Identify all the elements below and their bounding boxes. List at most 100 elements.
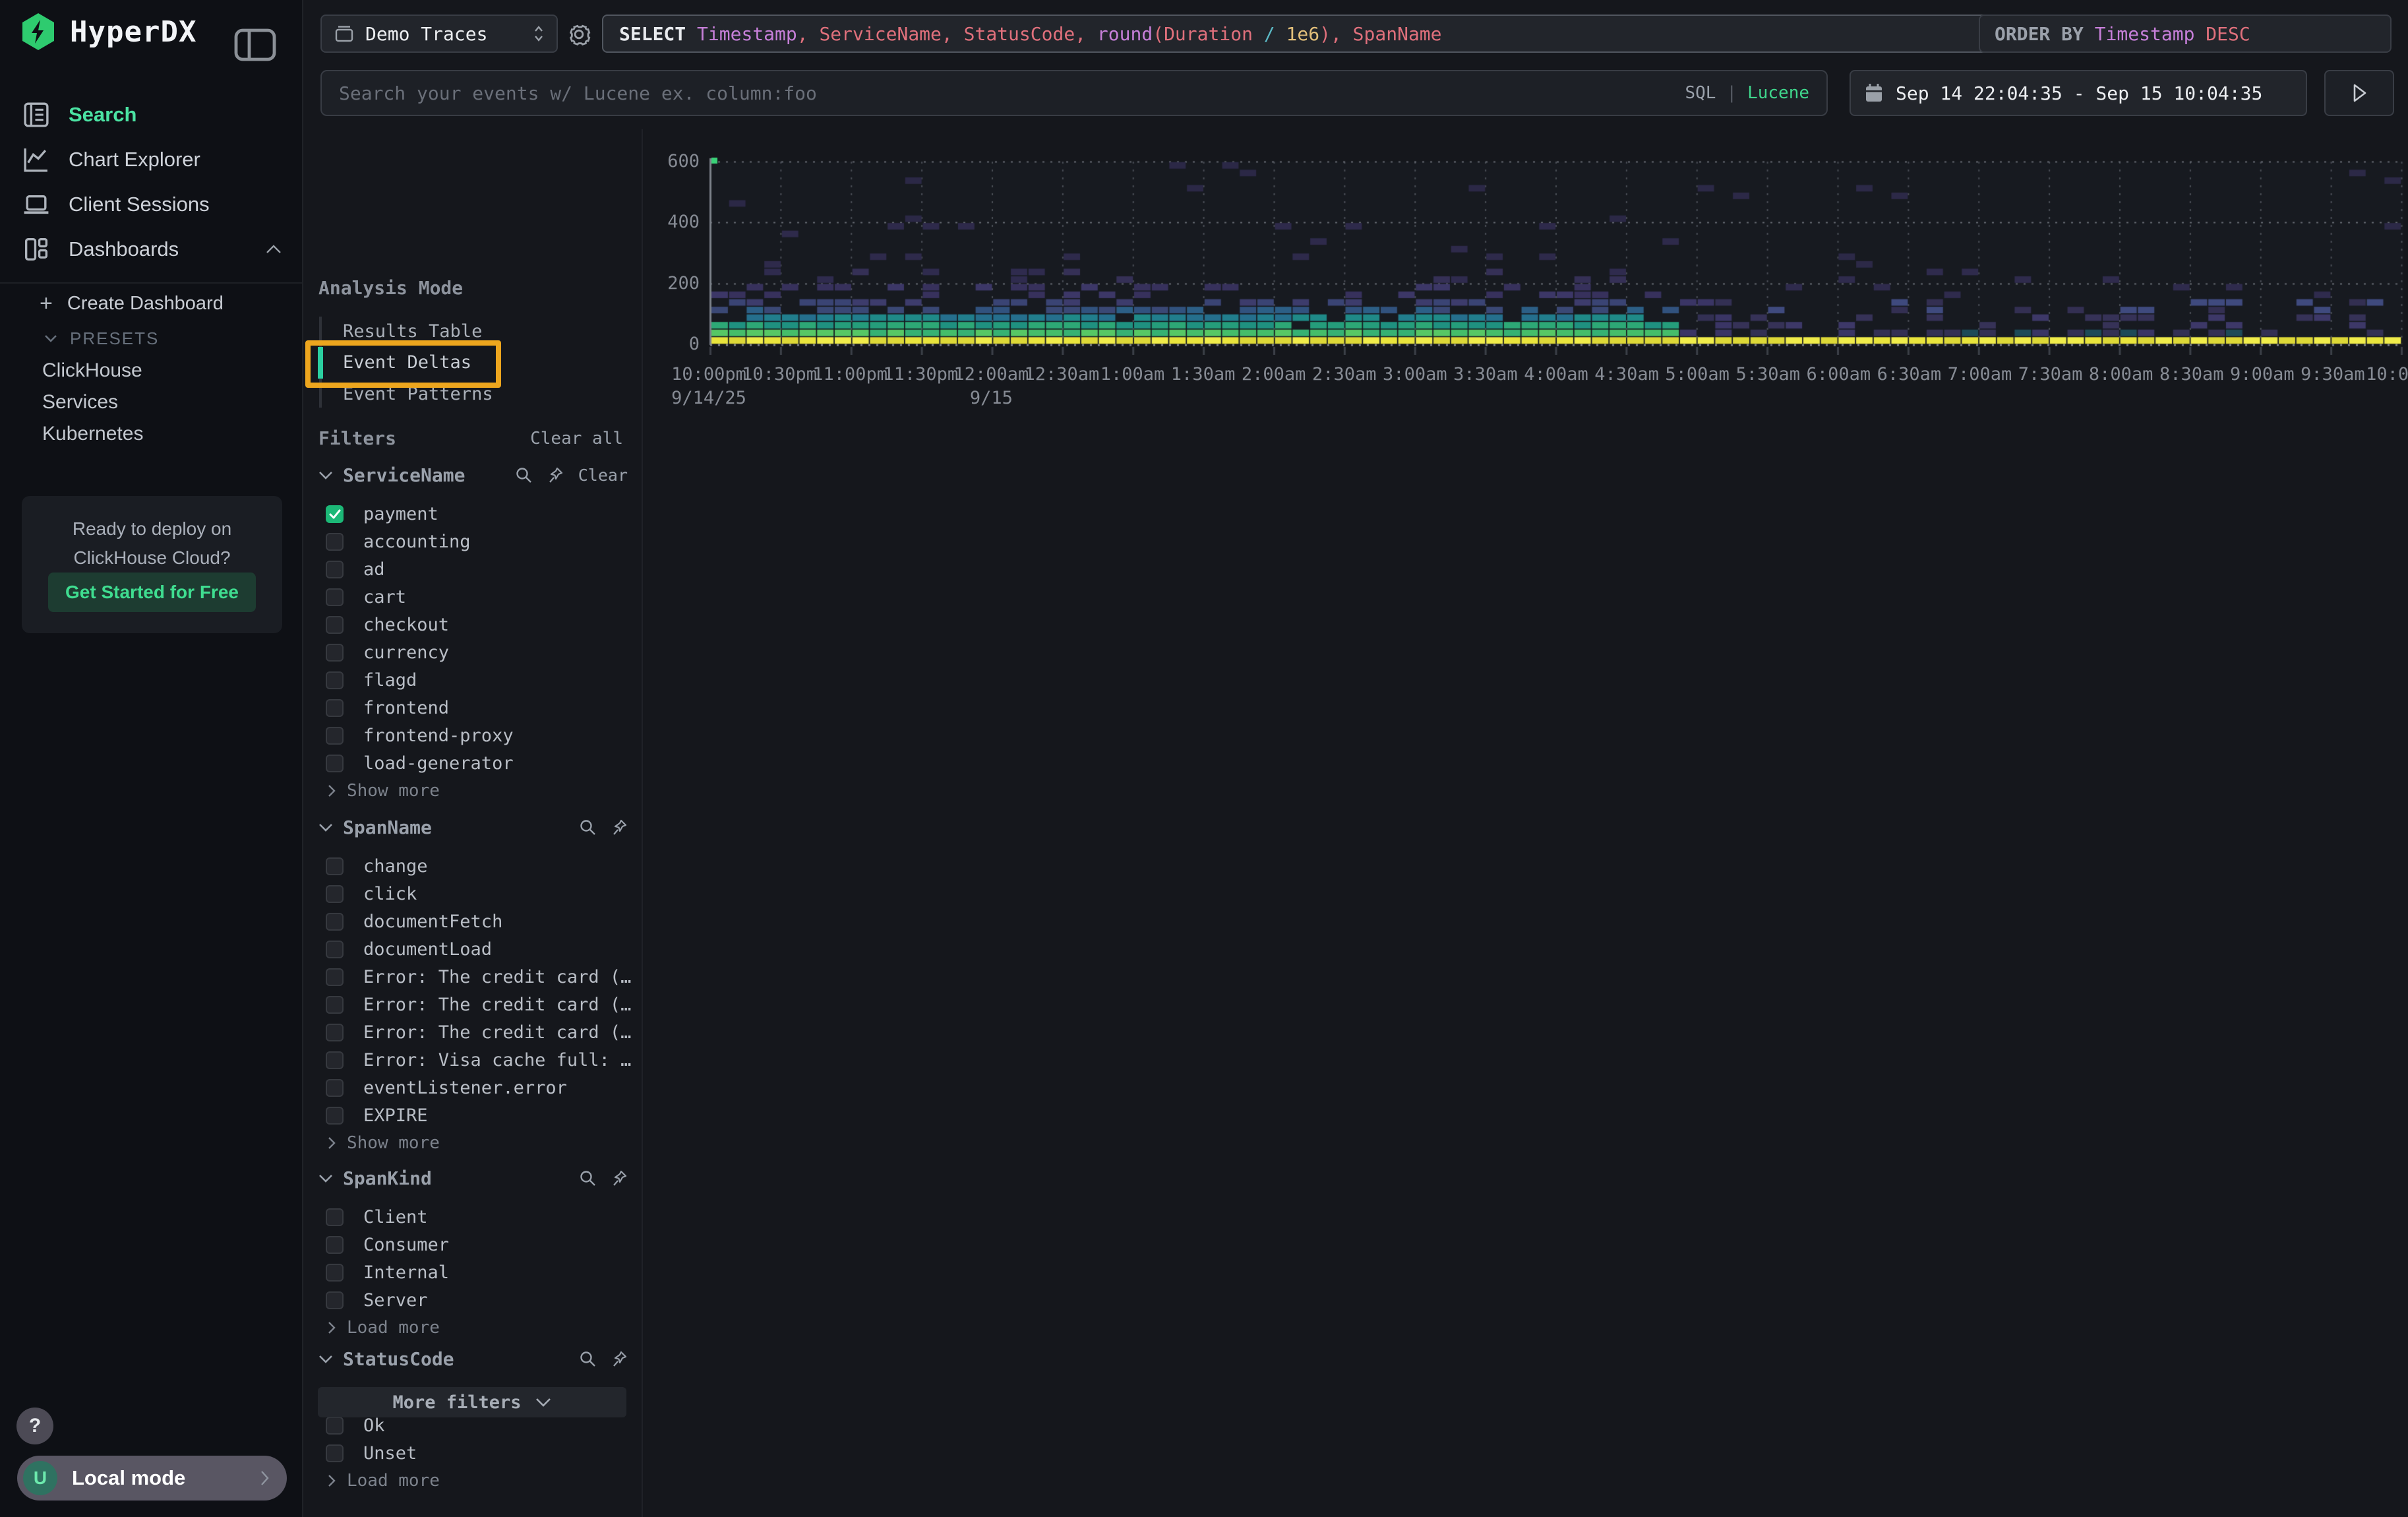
filter-option-server[interactable]: Server xyxy=(318,1286,628,1314)
duration-heatmap-canvas[interactable] xyxy=(709,157,2403,355)
filter-group-name: SpanKind xyxy=(343,1167,432,1189)
search-icon[interactable] xyxy=(515,466,533,484)
checkbox[interactable] xyxy=(326,913,344,931)
clear-all-button[interactable]: Clear all xyxy=(530,429,623,449)
checkbox[interactable] xyxy=(326,671,344,689)
filter-group-header[interactable]: SpanKind xyxy=(318,1166,628,1190)
filter-option-expire[interactable]: EXPIRE xyxy=(318,1101,628,1129)
sidebar-item-search[interactable]: Search xyxy=(0,92,302,137)
filter-option-currency[interactable]: currency xyxy=(318,638,628,666)
sidebar-item-chart-explorer[interactable]: Chart Explorer xyxy=(0,137,302,182)
x-axis-tick-label: 8:30am xyxy=(2159,364,2224,385)
filter-option-error-visa-cache-full[interactable]: Error: Visa cache full: … xyxy=(318,1046,628,1074)
y-axis-tick-label: 0 xyxy=(643,334,700,354)
filter-option-frontend[interactable]: frontend xyxy=(318,694,628,722)
checkbox[interactable] xyxy=(326,941,344,958)
checkbox[interactable] xyxy=(326,968,344,986)
checkbox[interactable] xyxy=(326,1291,344,1309)
more-filters-button[interactable]: More filters xyxy=(318,1387,626,1417)
checkbox[interactable] xyxy=(326,1079,344,1097)
analysis-mode-event-patterns[interactable]: Event Patterns xyxy=(343,378,493,410)
filter-option-label: Ok xyxy=(363,1415,385,1436)
checkbox[interactable] xyxy=(326,644,344,662)
filter-option-error-the-credit-card[interactable]: Error: The credit card (… xyxy=(318,991,628,1018)
analysis-mode-event-deltas[interactable]: Event Deltas xyxy=(343,346,471,378)
search-icon[interactable] xyxy=(579,1350,597,1368)
help-button[interactable]: ? xyxy=(16,1408,53,1444)
filter-option-change[interactable]: change xyxy=(318,852,628,880)
checkbox[interactable] xyxy=(326,1417,344,1435)
filter-option-documentfetch[interactable]: documentFetch xyxy=(318,908,628,935)
filter-option-payment[interactable]: payment xyxy=(318,500,628,528)
get-started-button[interactable]: Get Started for Free xyxy=(48,573,256,612)
filter-option-client[interactable]: Client xyxy=(318,1203,628,1231)
clear-filter-button[interactable]: Clear xyxy=(578,466,628,485)
sidebar-item-dashboards[interactable]: Dashboards xyxy=(0,227,302,272)
filter-group-header[interactable]: ServiceNameClear xyxy=(318,463,628,487)
filter-option-checkout[interactable]: checkout xyxy=(318,611,628,638)
checkbox[interactable] xyxy=(326,755,344,772)
create-dashboard-button[interactable]: + Create Dashboard xyxy=(0,285,302,322)
preset-dashboard-services[interactable]: Services xyxy=(0,387,302,418)
checkbox[interactable] xyxy=(326,616,344,634)
filter-option-accounting[interactable]: accounting xyxy=(318,528,628,555)
filter-group-header[interactable]: StatusCode xyxy=(318,1347,628,1371)
sidebar-divider xyxy=(0,282,302,284)
filter-group-header[interactable]: SpanName xyxy=(318,815,628,839)
presets-toggle[interactable]: PRESETS xyxy=(0,322,302,355)
filter-option-load-generator[interactable]: load-generator xyxy=(318,749,628,777)
pin-icon[interactable] xyxy=(611,1350,628,1368)
filter-option-documentload[interactable]: documentLoad xyxy=(318,935,628,963)
checkbox[interactable] xyxy=(326,561,344,578)
search-icon[interactable] xyxy=(579,1169,597,1187)
preset-dashboard-kubernetes[interactable]: Kubernetes xyxy=(0,418,302,450)
filter-option-cart[interactable]: cart xyxy=(318,583,628,611)
pin-icon[interactable] xyxy=(611,819,628,836)
filter-option-internal[interactable]: Internal xyxy=(318,1258,628,1286)
sidebar-item-client-sessions[interactable]: Client Sessions xyxy=(0,182,302,227)
user-menu[interactable]: U Local mode xyxy=(17,1456,287,1501)
x-axis-tick-label: 6:30am xyxy=(1877,364,1942,385)
filter-option-label: Server xyxy=(363,1290,428,1311)
checkbox[interactable] xyxy=(326,533,344,551)
checkbox[interactable] xyxy=(326,1236,344,1254)
filter-option-ad[interactable]: ad xyxy=(318,555,628,583)
filter-option-consumer[interactable]: Consumer xyxy=(318,1231,628,1258)
checkbox[interactable] xyxy=(326,857,344,875)
filter-option-error-the-credit-card[interactable]: Error: The credit card (… xyxy=(318,1018,628,1046)
filter-option-eventlistener-error[interactable]: eventListener.error xyxy=(318,1074,628,1101)
load-more-button[interactable]: Load more xyxy=(318,1467,628,1495)
sidebar: HyperDX SearchChart ExplorerClient Sessi… xyxy=(0,0,303,1517)
checkbox[interactable] xyxy=(326,1208,344,1226)
filter-option-unset[interactable]: Unset xyxy=(318,1439,628,1467)
pin-icon[interactable] xyxy=(547,466,564,484)
checkbox[interactable] xyxy=(326,885,344,903)
filter-option-label: documentFetch xyxy=(363,912,502,932)
filter-option-frontend-proxy[interactable]: frontend-proxy xyxy=(318,722,628,749)
pin-icon[interactable] xyxy=(611,1169,628,1187)
checkbox[interactable] xyxy=(326,996,344,1014)
filter-option-click[interactable]: click xyxy=(318,880,628,908)
checkbox[interactable] xyxy=(326,699,344,717)
load-more-button[interactable]: Load more xyxy=(318,1314,628,1342)
gear-icon[interactable] xyxy=(563,18,595,50)
checkbox[interactable] xyxy=(326,505,344,523)
collapse-sidebar-icon[interactable] xyxy=(233,28,277,62)
filter-option-error-the-credit-card[interactable]: Error: The credit card (… xyxy=(318,963,628,991)
checkbox[interactable] xyxy=(326,1264,344,1282)
checkbox[interactable] xyxy=(326,588,344,606)
data-source-select[interactable]: Demo Traces xyxy=(320,15,558,53)
checkbox[interactable] xyxy=(326,1107,344,1125)
search-icon[interactable] xyxy=(579,819,597,836)
preset-dashboard-clickhouse[interactable]: ClickHouse xyxy=(0,355,302,387)
checkbox[interactable] xyxy=(326,1444,344,1462)
checkbox[interactable] xyxy=(326,1051,344,1069)
checkbox[interactable] xyxy=(326,1024,344,1041)
show-more-button[interactable]: Show more xyxy=(318,1129,628,1157)
filter-group-name: StatusCode xyxy=(343,1348,454,1370)
filter-option-label: change xyxy=(363,856,428,877)
checkbox[interactable] xyxy=(326,727,344,745)
analysis-mode-results-table[interactable]: Results Table xyxy=(343,315,482,347)
show-more-button[interactable]: Show more xyxy=(318,777,628,805)
filter-option-flagd[interactable]: flagd xyxy=(318,666,628,694)
